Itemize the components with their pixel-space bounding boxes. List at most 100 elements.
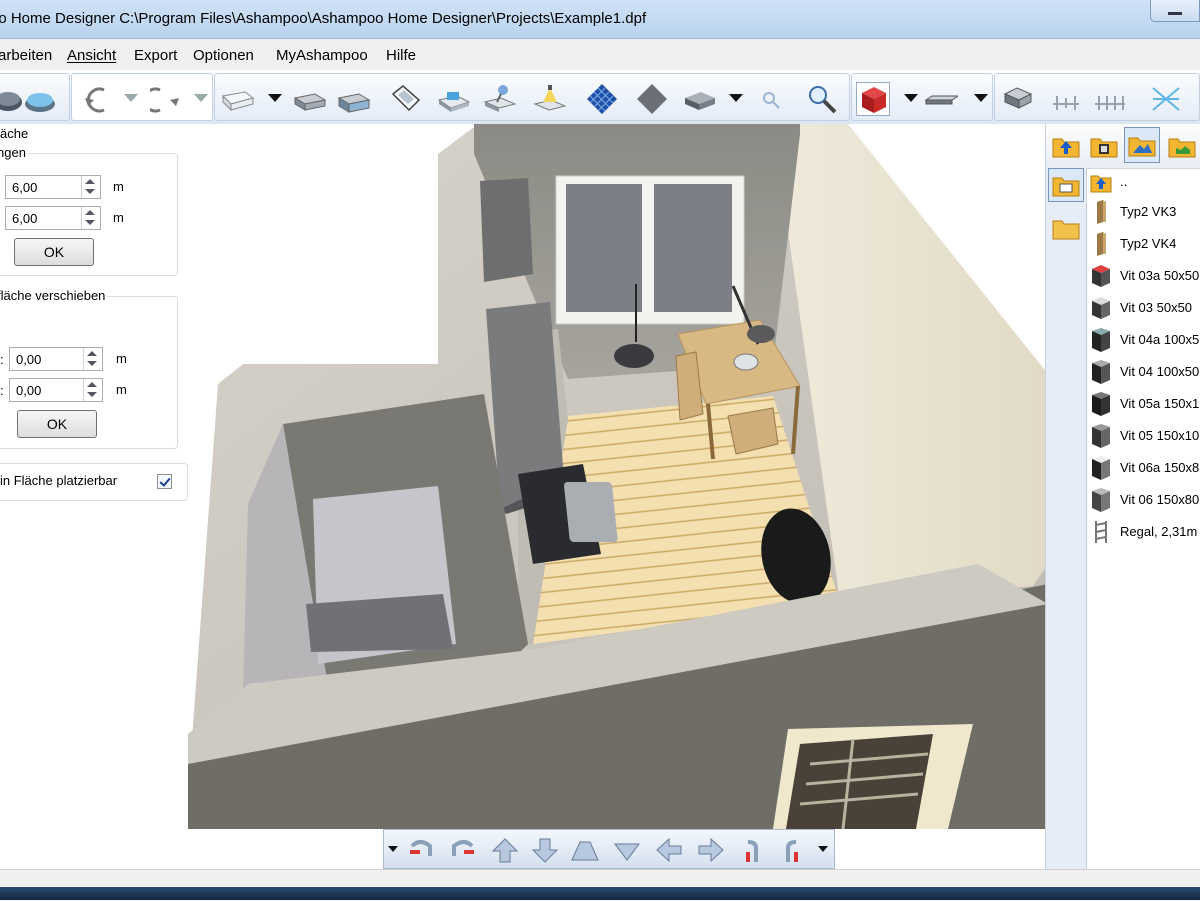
low-cabinet	[306, 594, 453, 652]
list-item-label: Vit 03a 50x50	[1120, 268, 1200, 283]
menu-ansicht[interactable]: Ansicht	[67, 47, 116, 64]
x-offset-spinner[interactable]: 0,00	[9, 347, 103, 371]
slab-icon[interactable]	[683, 82, 717, 116]
wall-opening-icon[interactable]	[337, 82, 371, 116]
turn-right-icon[interactable]	[778, 836, 808, 864]
dimensions-ok-button[interactable]: OK	[14, 238, 94, 266]
tile-icon[interactable]	[585, 82, 619, 116]
tilt-up-icon[interactable]	[570, 836, 600, 864]
dimension-multi-icon[interactable]	[1093, 82, 1127, 116]
folder-up-icon[interactable]	[1052, 134, 1080, 158]
material-icon[interactable]	[856, 82, 890, 116]
move-ok-button[interactable]: OK	[17, 410, 97, 438]
width-spinner-arrows[interactable]	[81, 176, 100, 198]
sink	[564, 482, 618, 542]
list-item[interactable]: Vit 03 50x50	[1086, 294, 1200, 322]
list-item[interactable]: Typ2 VK3	[1086, 198, 1200, 226]
main-toolbar	[0, 70, 1200, 125]
list-item[interactable]: Vit 04 100x50	[1086, 358, 1200, 386]
folder-up-icon	[1090, 175, 1112, 193]
floor-dropdown[interactable]	[268, 94, 282, 102]
menu-export[interactable]: Export	[134, 47, 177, 64]
redo-icon[interactable]	[142, 82, 184, 116]
rotate-left-icon[interactable]	[406, 836, 436, 864]
redo-dropdown[interactable]	[194, 94, 208, 102]
floor-icon[interactable]	[221, 82, 255, 116]
room-render[interactable]	[188, 124, 1045, 829]
beam-icon[interactable]	[924, 82, 960, 116]
material-dropdown[interactable]	[904, 94, 918, 102]
move-right-icon[interactable]	[696, 836, 726, 864]
y-offset-arrows[interactable]	[83, 379, 102, 401]
3d-viewport[interactable]	[188, 124, 1045, 829]
list-item[interactable]: Regal, 2,31m	[1086, 518, 1200, 546]
dimension-icon[interactable]	[1049, 82, 1083, 116]
cabinet-icon	[1092, 424, 1110, 448]
object-icon[interactable]	[483, 82, 517, 116]
y-offset-spinner[interactable]: 0,00	[9, 378, 103, 402]
list-item[interactable]: Vit 05a 150x1	[1086, 390, 1200, 418]
minimize-button[interactable]	[1150, 0, 1200, 22]
x-offset-arrows[interactable]	[83, 348, 102, 370]
undo-icon[interactable]	[80, 82, 114, 116]
list-item[interactable]: Vit 06 150x80	[1086, 486, 1200, 514]
cabinet-icon	[1092, 392, 1110, 416]
upper-cabinet	[480, 178, 533, 282]
depth-spinner-arrows[interactable]	[81, 207, 100, 229]
minimize-icon	[1168, 12, 1182, 15]
list-item-label: Vit 05 150x10	[1120, 428, 1200, 443]
room-icon[interactable]	[437, 82, 471, 116]
pendant-lamp	[614, 344, 654, 368]
stair-icon[interactable]	[389, 82, 423, 116]
catalog-category-selected[interactable]	[1048, 168, 1084, 202]
undo-dropdown[interactable]	[124, 94, 138, 102]
house-icon[interactable]	[0, 82, 25, 116]
list-item[interactable]: Vit 03a 50x50	[1086, 262, 1200, 290]
cabinet-icon	[1092, 328, 1110, 352]
list-item-label: Vit 04 100x50	[1120, 364, 1200, 379]
zoom-icon[interactable]	[805, 82, 839, 116]
list-item[interactable]: Vit 04a 100x5	[1086, 326, 1200, 354]
move-down-icon[interactable]	[530, 836, 560, 864]
zoom-small-icon[interactable]	[755, 82, 789, 116]
nav-dropdown-left[interactable]	[388, 846, 398, 852]
slab-dropdown[interactable]	[729, 94, 743, 102]
folder-open-icon[interactable]	[1052, 216, 1080, 240]
wall-icon[interactable]	[293, 82, 327, 116]
beam-dropdown[interactable]	[974, 94, 988, 102]
folder-plants-icon[interactable]	[1168, 134, 1196, 158]
placeable-label: in Fläche platzierbar	[0, 473, 118, 488]
catalog-tab-selected[interactable]	[1124, 127, 1160, 163]
list-item-label: Typ2 VK4	[1120, 236, 1177, 251]
furniture-icon[interactable]	[1001, 82, 1035, 116]
placeable-checkbox[interactable]	[157, 474, 172, 489]
move-left-icon[interactable]	[654, 836, 684, 864]
menu-bar: arbeiten Ansicht Export Optionen MyAsham…	[0, 39, 1200, 71]
list-item[interactable]: Typ2 VK4	[1086, 230, 1200, 258]
menu-optionen[interactable]: Optionen	[193, 47, 254, 64]
surface-icon[interactable]	[635, 82, 669, 116]
properties-panel: äche ngen 6,00 m 6,00 m OK fläche versch…	[0, 124, 188, 869]
list-item-label: Typ2 VK3	[1120, 204, 1177, 219]
section-title: äche	[0, 126, 29, 141]
menu-bearbeiten[interactable]: arbeiten	[0, 47, 52, 64]
menu-myashampoo[interactable]: MyAshampoo	[276, 47, 368, 64]
grid-icon[interactable]	[1149, 82, 1183, 116]
menu-hilfe[interactable]: Hilfe	[386, 47, 416, 64]
shelf-icon	[1095, 521, 1107, 543]
list-item[interactable]: Vit 06a 150x8	[1086, 454, 1200, 482]
move-up-icon[interactable]	[490, 836, 520, 864]
depth-spinner[interactable]: 6,00	[5, 206, 101, 230]
toolbar-group-dimension	[994, 73, 1200, 121]
list-item-parent[interactable]: ..	[1086, 168, 1200, 196]
width-spinner[interactable]: 6,00	[5, 175, 101, 199]
light-icon[interactable]	[533, 82, 567, 116]
rotate-right-icon[interactable]	[448, 836, 478, 864]
folder-furniture-icon[interactable]	[1090, 134, 1118, 158]
roof-icon[interactable]	[23, 82, 57, 116]
wood-post-icon	[1097, 200, 1106, 224]
list-item[interactable]: Vit 05 150x10	[1086, 422, 1200, 450]
turn-left-icon[interactable]	[736, 836, 766, 864]
tilt-down-icon[interactable]	[612, 836, 642, 864]
nav-dropdown-right[interactable]	[818, 846, 828, 852]
